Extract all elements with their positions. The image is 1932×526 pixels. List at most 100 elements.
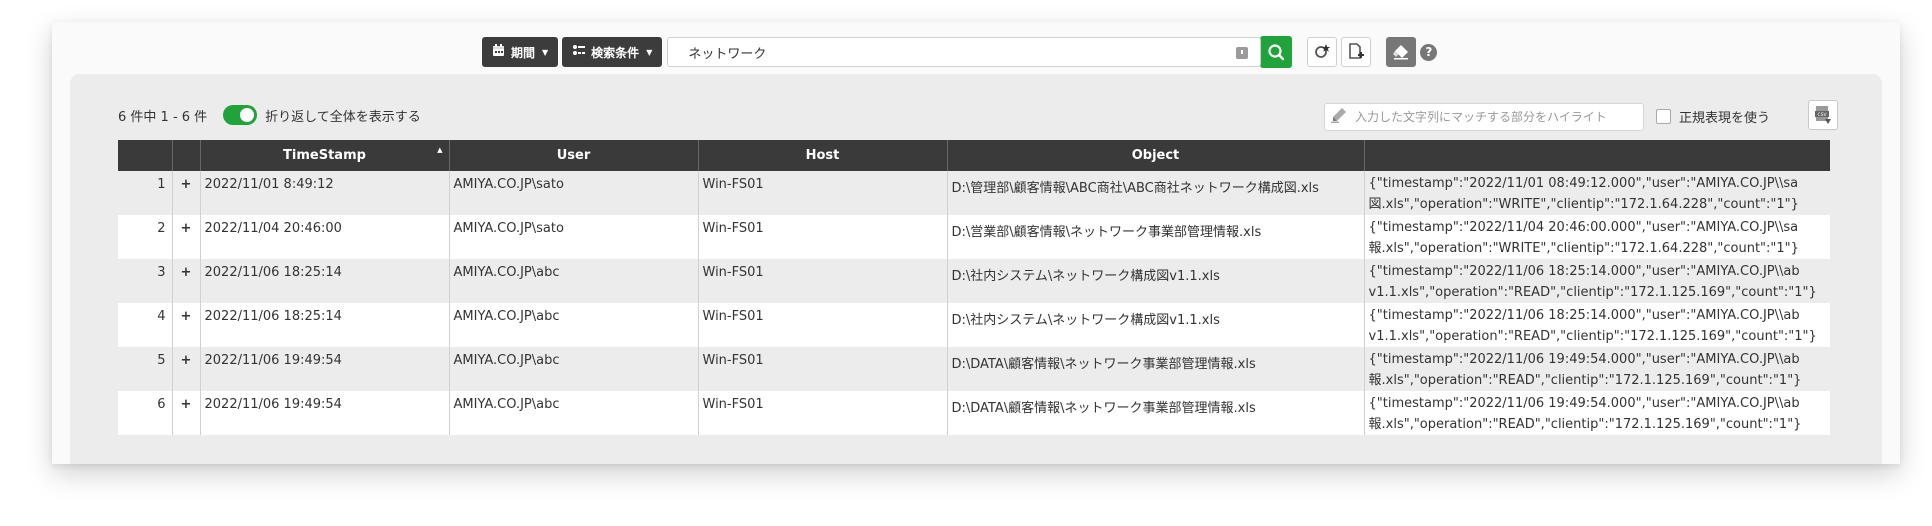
expand-row-icon[interactable]: + [172,391,201,435]
cell-raw-json: {"timestamp":"2022/11/06 18:25:14.000","… [1364,303,1830,347]
conditions-label: 検索条件 [591,45,640,60]
raw-json-line: {"timestamp":"2022/11/06 19:49:54.000","… [1368,352,1800,367]
search-toolbar: 期間 ▼ 検索条件 ▼ ? [482,36,1438,68]
cell-timestamp: 2022/11/04 20:46:00 [200,215,450,259]
cell-object: D:\DATA\顧客情報\ネットワーク事業部管理情報.xls [947,347,1365,391]
cell-raw-json: {"timestamp":"2022/11/06 18:25:14.000","… [1364,259,1830,303]
search-button[interactable] [1260,36,1293,68]
column-header-timestamp-label: TimeStamp [283,148,366,163]
search-box [667,37,1262,67]
cell-user: AMIYA.CO.JP\abc [449,259,699,303]
table-row[interactable]: 1 +2022/11/01 8:49:12 AMIYA.CO.JP\sato Win-… [118,171,1830,215]
row-index: 3 [118,259,173,303]
chevron-down-icon: ▼ [542,47,549,57]
table-row[interactable]: 2 +2022/11/04 20:46:00 AMIYA.CO.JP\sato Win… [118,215,1830,259]
row-index: 4 [118,303,173,347]
cell-timestamp: 2022/11/06 18:25:14 [200,259,450,303]
cell-object: D:\社内システム\ネットワーク構成図v1.1.xls [947,303,1365,347]
column-header-timestamp[interactable]: TimeStamp ▲ [200,140,450,171]
cell-object: D:\DATA\顧客情報\ネットワーク事業部管理情報.xls [947,391,1365,435]
raw-json-line: {"timestamp":"2022/11/06 18:25:14.000","… [1368,264,1800,279]
pencil-icon [1331,107,1347,127]
log-search-window: 期間 ▼ 検索条件 ▼ ? 6 件中 1 - 6 件 [52,22,1900,464]
raw-json-line: 報.xls","operation":"READ","clientip":"17… [1368,373,1802,388]
history-icon[interactable] [1236,47,1249,59]
csv-icon: CSV [1815,106,1831,124]
raw-json-line: {"timestamp":"2022/11/01 08:49:12.000","… [1368,176,1799,191]
sort-asc-icon: ▲ [437,146,443,154]
cell-raw-json: {"timestamp":"2022/11/06 19:49:54.000","… [1364,391,1830,435]
cell-user: AMIYA.CO.JP\abc [449,303,699,347]
saved-search-button[interactable] [1307,37,1338,67]
cell-raw-json: {"timestamp":"2022/11/01 08:49:12.000","… [1364,171,1830,215]
search-conditions-button[interactable]: 検索条件 ▼ [562,37,663,67]
cell-raw-json: {"timestamp":"2022/11/06 19:49:54.000","… [1364,347,1830,391]
cell-host: Win-FS01 [698,303,948,347]
period-label: 期間 [511,45,536,60]
raw-json-line: v1.1.xls","operation":"READ","clientip":… [1368,329,1817,344]
document-add-icon [1349,43,1365,59]
column-header-index [118,140,173,171]
expand-row-icon[interactable]: + [172,303,201,347]
cell-object: D:\営業部\顧客情報\ネットワーク事業部管理情報.xls [947,215,1365,259]
table-row[interactable]: 4 +2022/11/06 18:25:14 AMIYA.CO.JP\abc Win-… [118,303,1830,347]
chevron-down-icon: ▼ [646,47,653,57]
table-row[interactable]: 6 +2022/11/06 19:49:54 AMIYA.CO.JP\abc Win-… [118,391,1830,435]
results-panel: 6 件中 1 - 6 件 折り返して全体を表示する 正規表現を使う CSV [70,74,1882,464]
cell-host: Win-FS01 [698,259,948,303]
cell-host: Win-FS01 [698,347,948,391]
table-body: 1 +2022/11/01 8:49:12 AMIYA.CO.JP\sato Win-… [118,171,1830,435]
eraser-icon [1393,45,1409,60]
results-table: TimeStamp ▲ User Host Object 1 +2022/11/01… [118,140,1830,435]
svg-text:CSV: CSV [1817,112,1827,118]
expand-row-icon[interactable]: + [172,215,201,259]
csv-export-button[interactable]: CSV [1808,100,1838,130]
cell-user: AMIYA.CO.JP\abc [449,391,699,435]
raw-json-line: 図.xls","operation":"WRITE","clientip":"1… [1368,197,1799,212]
help-icon[interactable]: ? [1420,43,1438,61]
cell-user: AMIYA.CO.JP\abc [449,347,699,391]
expand-row-icon[interactable]: + [172,259,201,303]
column-header-host[interactable]: Host [698,140,948,171]
cell-host: Win-FS01 [698,215,948,259]
raw-json-line: {"timestamp":"2022/11/04 20:46:00.000","… [1368,220,1799,235]
cell-host: Win-FS01 [698,391,948,435]
cell-timestamp: 2022/11/06 18:25:14 [200,303,450,347]
column-header-user[interactable]: User [449,140,699,171]
row-index: 1 [118,171,173,215]
cell-object: D:\社内システム\ネットワーク構成図v1.1.xls [947,259,1365,303]
cell-user: AMIYA.CO.JP\sato [449,215,699,259]
clear-button[interactable] [1386,37,1417,67]
regex-checkbox[interactable] [1656,109,1671,124]
expand-row-icon[interactable]: + [172,171,201,215]
raw-json-line: 報.xls","operation":"READ","clientip":"17… [1368,417,1802,432]
save-condition-button[interactable] [1341,37,1372,67]
table-row[interactable]: 5 +2022/11/06 19:49:54 AMIYA.CO.JP\abc Win-… [118,347,1830,391]
highlight-input[interactable] [1351,104,1643,130]
table-row[interactable]: 3 +2022/11/06 18:25:14 AMIYA.CO.JP\abc Win-… [118,259,1830,303]
calendar-icon [492,43,505,61]
raw-json-line: {"timestamp":"2022/11/06 18:25:14.000","… [1368,308,1800,323]
wrap-toggle[interactable] [223,105,258,125]
cell-raw-json: {"timestamp":"2022/11/04 20:46:00.000","… [1364,215,1830,259]
row-index: 5 [118,347,173,391]
result-count: 6 件中 1 - 6 件 [118,109,208,125]
cell-host: Win-FS01 [698,171,948,215]
period-button[interactable]: 期間 ▼ [482,37,559,67]
highlight-box [1324,103,1644,131]
cell-user: AMIYA.CO.JP\sato [449,171,699,215]
wrap-toggle-label: 折り返して全体を表示する [265,109,421,125]
regex-label: 正規表現を使う [1679,111,1771,126]
column-header-object[interactable]: Object [947,140,1365,171]
cell-object: D:\管理部\顧客情報\ABC商社\ABC商社ネットワーク構成図.xls [947,171,1365,215]
raw-json-line: {"timestamp":"2022/11/06 19:49:54.000","… [1368,396,1800,411]
cell-timestamp: 2022/11/01 8:49:12 [200,171,450,215]
regex-option: 正規表現を使う [1656,107,1770,126]
raw-json-line: v1.1.xls","operation":"READ","clientip":… [1368,285,1817,300]
search-input[interactable] [668,38,1261,66]
filter-icon [572,44,586,61]
column-header-expand [172,140,201,171]
column-header-raw [1364,140,1830,171]
expand-row-icon[interactable]: + [172,347,201,391]
row-index: 2 [118,215,173,259]
